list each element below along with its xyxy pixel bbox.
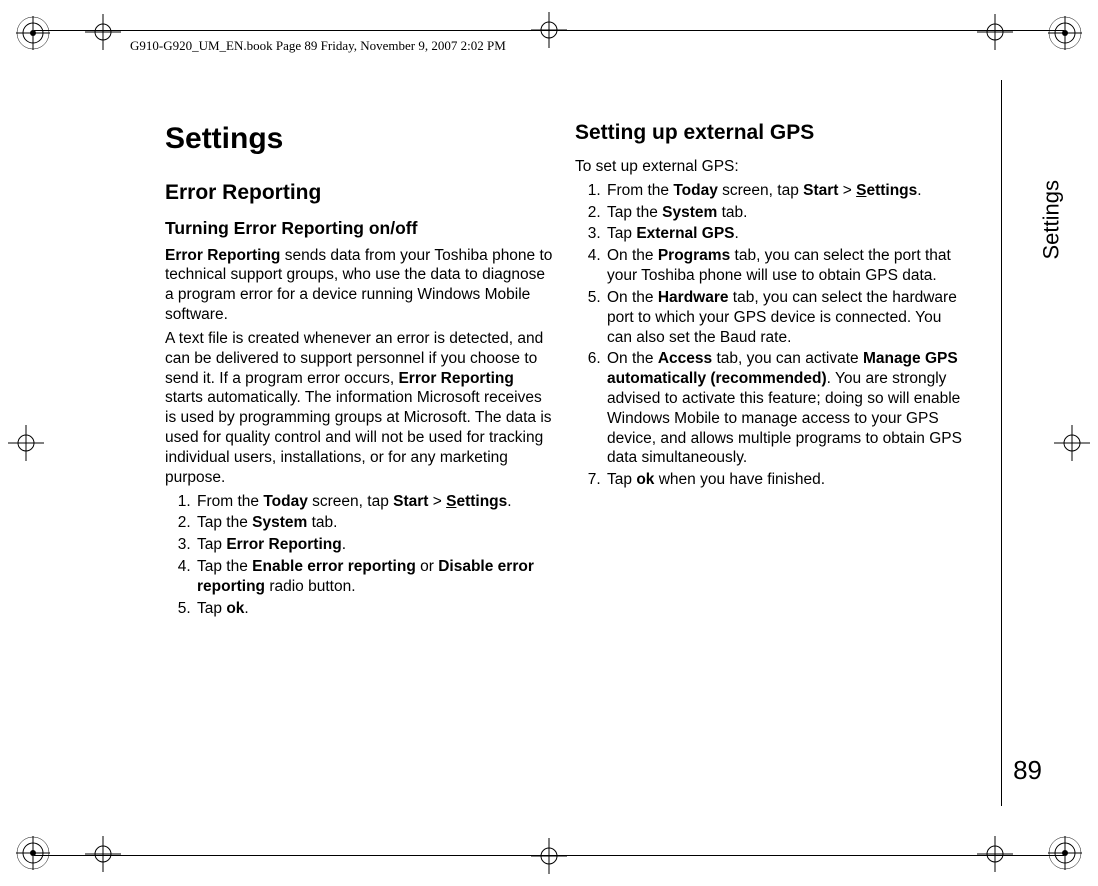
bold-text: Error Reporting (165, 247, 280, 264)
text: tab, you can activate (712, 350, 863, 367)
text: . (244, 600, 248, 617)
text: . (342, 536, 346, 553)
text: . (917, 182, 921, 199)
crosshair-icon (8, 425, 44, 461)
crosshair-icon (531, 12, 567, 48)
text: Tap (197, 600, 226, 617)
bold-text: System (252, 514, 307, 531)
bold-text: System (662, 204, 717, 221)
text: or (416, 558, 438, 575)
text: radio button. (265, 578, 355, 595)
text: tab. (307, 514, 337, 531)
bold-text: Today (673, 182, 718, 199)
bold-text: ok (636, 471, 654, 488)
text: > (428, 493, 446, 510)
text: Tap (607, 225, 636, 242)
list-item: On the Programs tab, you can select the … (605, 246, 965, 286)
crosshair-icon (1054, 425, 1090, 461)
text: On the (607, 247, 658, 264)
text: screen, tap (718, 182, 803, 199)
section-heading: Error Reporting (165, 180, 555, 207)
side-section-label: Settings (1038, 180, 1064, 260)
text: > (838, 182, 856, 199)
registration-mark-icon (1048, 16, 1082, 50)
text: Tap the (197, 558, 252, 575)
crosshair-icon (977, 14, 1013, 50)
step-list: From the Today screen, tap Start > Setti… (165, 492, 555, 619)
left-column: Settings Error Reporting Turning Error R… (165, 120, 555, 621)
section-heading: Setting up external GPS (575, 120, 965, 147)
bold-text: Start (803, 182, 838, 199)
text: From the (197, 493, 263, 510)
text: . (735, 225, 739, 242)
crosshair-icon (977, 836, 1013, 872)
registration-mark-icon (16, 836, 50, 870)
list-item: From the Today screen, tap Start > Setti… (195, 492, 555, 512)
text: Tap the (607, 204, 662, 221)
bold-text: Today (263, 493, 308, 510)
step-list: From the Today screen, tap Start > Setti… (575, 181, 965, 490)
text: Tap (197, 536, 226, 553)
list-item: On the Access tab, you can activate Mana… (605, 349, 965, 468)
bold-text: Access (658, 350, 712, 367)
access-key: S (446, 493, 456, 510)
bold-text: External GPS (636, 225, 734, 242)
bold-text: ok (226, 600, 244, 617)
paragraph: A text file is created whenever an error… (165, 329, 555, 488)
page-content: Settings Error Reporting Turning Error R… (165, 120, 965, 621)
bold-text: Settings (446, 493, 507, 510)
access-key: S (856, 182, 866, 199)
right-column: Setting up external GPS To set up extern… (575, 120, 965, 621)
text: starts automatically. The information Mi… (165, 389, 552, 485)
bold-text: Hardware (658, 289, 729, 306)
list-item: Tap ok. (195, 599, 555, 619)
paragraph: Error Reporting sends data from your Tos… (165, 246, 555, 325)
paragraph: To set up external GPS: (575, 157, 965, 177)
bold-text: Start (393, 493, 428, 510)
text: ettings (456, 493, 507, 510)
list-item: From the Today screen, tap Start > Setti… (605, 181, 965, 201)
text: ettings (866, 182, 917, 199)
subsection-heading: Turning Error Reporting on/off (165, 217, 555, 239)
crosshair-icon (85, 14, 121, 50)
registration-mark-icon (16, 16, 50, 50)
list-item: Tap ok when you have finished. (605, 470, 965, 490)
list-item: On the Hardware tab, you can select the … (605, 288, 965, 347)
bold-text: Error Reporting (398, 370, 513, 387)
text: screen, tap (308, 493, 393, 510)
list-item: Tap the System tab. (195, 513, 555, 533)
bold-text: Settings (856, 182, 917, 199)
text: On the (607, 350, 658, 367)
text: Tap (607, 471, 636, 488)
crosshair-icon (85, 836, 121, 872)
list-item: Tap the System tab. (605, 203, 965, 223)
text: From the (607, 182, 673, 199)
margin-line (1001, 80, 1002, 806)
list-item: Tap External GPS. (605, 224, 965, 244)
bold-text: Programs (658, 247, 730, 264)
text: when you have finished. (654, 471, 825, 488)
list-item: Tap the Enable error reporting or Disabl… (195, 557, 555, 597)
page-title: Settings (165, 120, 555, 158)
list-item: Tap Error Reporting. (195, 535, 555, 555)
bold-text: Enable error reporting (252, 558, 416, 575)
text: . (507, 493, 511, 510)
page-number: 89 (1013, 755, 1042, 786)
crosshair-icon (531, 838, 567, 874)
bold-text: Error Reporting (226, 536, 341, 553)
registration-mark-icon (1048, 836, 1082, 870)
text: On the (607, 289, 658, 306)
text: Tap the (197, 514, 252, 531)
framemaker-header: G910-G920_UM_EN.book Page 89 Friday, Nov… (130, 38, 506, 54)
text: tab. (717, 204, 747, 221)
